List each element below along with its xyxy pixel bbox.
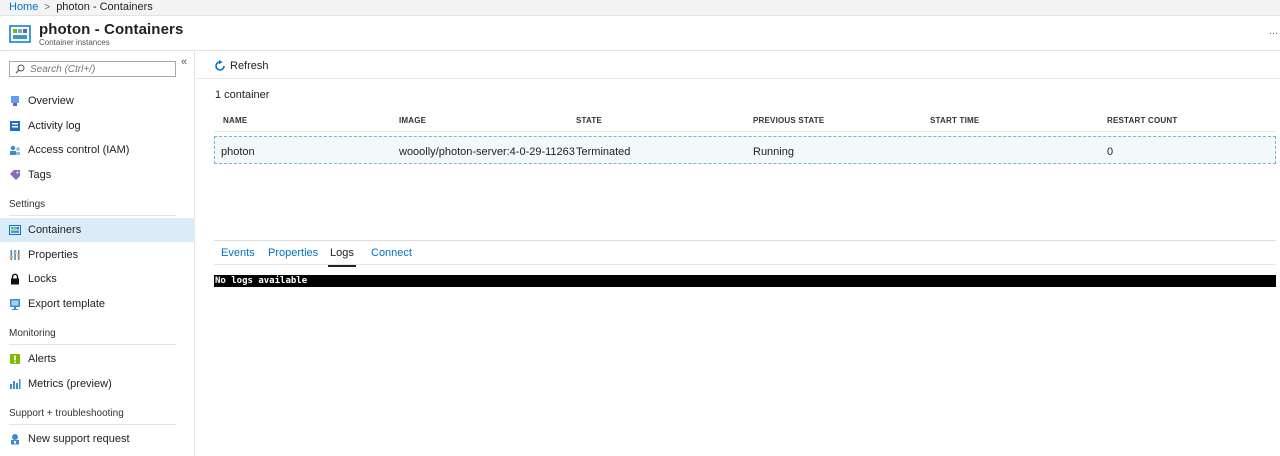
refresh-icon xyxy=(215,60,225,71)
refresh-label: Refresh xyxy=(230,60,269,72)
tab-connect[interactable]: Connect xyxy=(371,245,412,265)
section-support-label: Support + troubleshooting xyxy=(9,408,124,419)
sidebar-item-label: Activity log xyxy=(28,120,81,132)
search-box[interactable] xyxy=(9,61,176,77)
column-header-image[interactable]: IMAGE xyxy=(399,116,426,125)
sidebar-item-label: Properties xyxy=(28,249,79,261)
sidebar-item-label: New support request xyxy=(28,433,130,445)
search-input[interactable] xyxy=(30,62,170,76)
section-settings-label: Settings xyxy=(9,199,46,210)
export-template-icon xyxy=(10,299,20,310)
blade-header: photon - Containers Container instances … xyxy=(0,17,1280,51)
sidebar-item-label: Alerts xyxy=(28,353,57,365)
sidebar-item-alerts[interactable]: Alerts xyxy=(0,347,195,371)
sidebar-item-label: Locks xyxy=(28,273,57,285)
column-header-state[interactable]: STATE xyxy=(576,116,602,125)
sidebar-item-metrics[interactable]: Metrics (preview) xyxy=(0,372,195,396)
column-header-previous-state[interactable]: PREVIOUS STATE xyxy=(753,116,824,125)
container-count: 1 container xyxy=(215,89,270,101)
sidebar-item-properties[interactable]: Properties xyxy=(0,243,195,267)
container-instances-icon xyxy=(9,25,31,43)
sidebar-item-tags[interactable]: Tags xyxy=(0,163,195,187)
main-content: Refresh 1 container NAME IMAGE STATE PRE… xyxy=(196,51,1280,456)
metrics-icon xyxy=(10,379,21,389)
sidebar-item-label: Tags xyxy=(28,169,52,181)
sidebar-item-label: Export template xyxy=(28,298,106,310)
sidebar-item-activity-log[interactable]: Activity log xyxy=(0,114,195,138)
breadcrumb-current: photon - Containers xyxy=(56,1,153,13)
section-monitoring-label: Monitoring xyxy=(9,328,56,339)
breadcrumb-separator: > xyxy=(44,2,51,13)
sidebar-item-new-support-request[interactable]: New support request xyxy=(0,427,195,451)
support-icon xyxy=(11,434,19,445)
column-header-name[interactable]: NAME xyxy=(223,116,247,125)
sidebar-item-export-template[interactable]: Export template xyxy=(0,292,195,316)
section-divider xyxy=(9,215,176,216)
tab-divider xyxy=(214,264,1276,265)
collapse-sidebar-button[interactable]: « xyxy=(181,56,187,68)
sidebar-item-label: Overview xyxy=(28,95,74,107)
activity-log-icon xyxy=(10,121,20,131)
search-icon xyxy=(15,64,25,74)
cell-image: wooolly/photon-server:4-0-29-11263 xyxy=(399,146,575,158)
breadcrumb: Home > photon - Containers xyxy=(0,0,1280,16)
overview-icon xyxy=(11,96,19,106)
more-options-button[interactable]: ... xyxy=(1269,25,1278,37)
sidebar-item-containers[interactable]: Containers xyxy=(0,218,195,242)
sidebar-item-overview[interactable]: Overview xyxy=(0,89,195,113)
sidebar-item-locks[interactable]: Locks xyxy=(0,267,195,291)
sidebar-item-label: Metrics (preview) xyxy=(28,378,112,390)
section-divider xyxy=(9,424,176,425)
tab-properties[interactable]: Properties xyxy=(268,245,318,265)
column-header-restart-count[interactable]: RESTART COUNT xyxy=(1107,116,1177,125)
lock-icon xyxy=(11,273,19,285)
containers-icon xyxy=(9,225,21,235)
sidebar-item-access-control[interactable]: Access control (IAM) xyxy=(0,138,195,162)
refresh-button[interactable]: Refresh xyxy=(214,58,269,74)
sidebar-item-label: Containers xyxy=(28,224,82,236)
column-header-start-time[interactable]: START TIME xyxy=(930,116,979,125)
properties-icon xyxy=(9,250,21,260)
iam-icon xyxy=(10,145,20,155)
sidebar: « Overview Activity log Access control (… xyxy=(0,51,195,456)
cell-previous-state: Running xyxy=(753,146,794,158)
table-header-divider xyxy=(214,131,1276,132)
page-title: photon - Containers xyxy=(39,21,184,38)
tag-icon xyxy=(10,170,20,180)
alert-icon xyxy=(10,354,20,364)
sidebar-item-label: Access control (IAM) xyxy=(28,144,130,156)
log-output: No logs available xyxy=(214,275,1276,287)
tab-events[interactable]: Events xyxy=(221,245,255,265)
detail-divider xyxy=(214,240,1276,241)
toolbar-divider xyxy=(196,78,1280,79)
cell-state: Terminated xyxy=(576,146,631,158)
table-row[interactable]: photon wooolly/photon-server:4-0-29-1126… xyxy=(214,136,1276,164)
cell-restart-count: 0 xyxy=(1107,146,1114,158)
section-divider xyxy=(9,344,176,345)
page-subtitle: Container instances xyxy=(39,38,110,47)
breadcrumb-home-link[interactable]: Home xyxy=(9,1,38,13)
cell-name: photon xyxy=(221,146,255,158)
